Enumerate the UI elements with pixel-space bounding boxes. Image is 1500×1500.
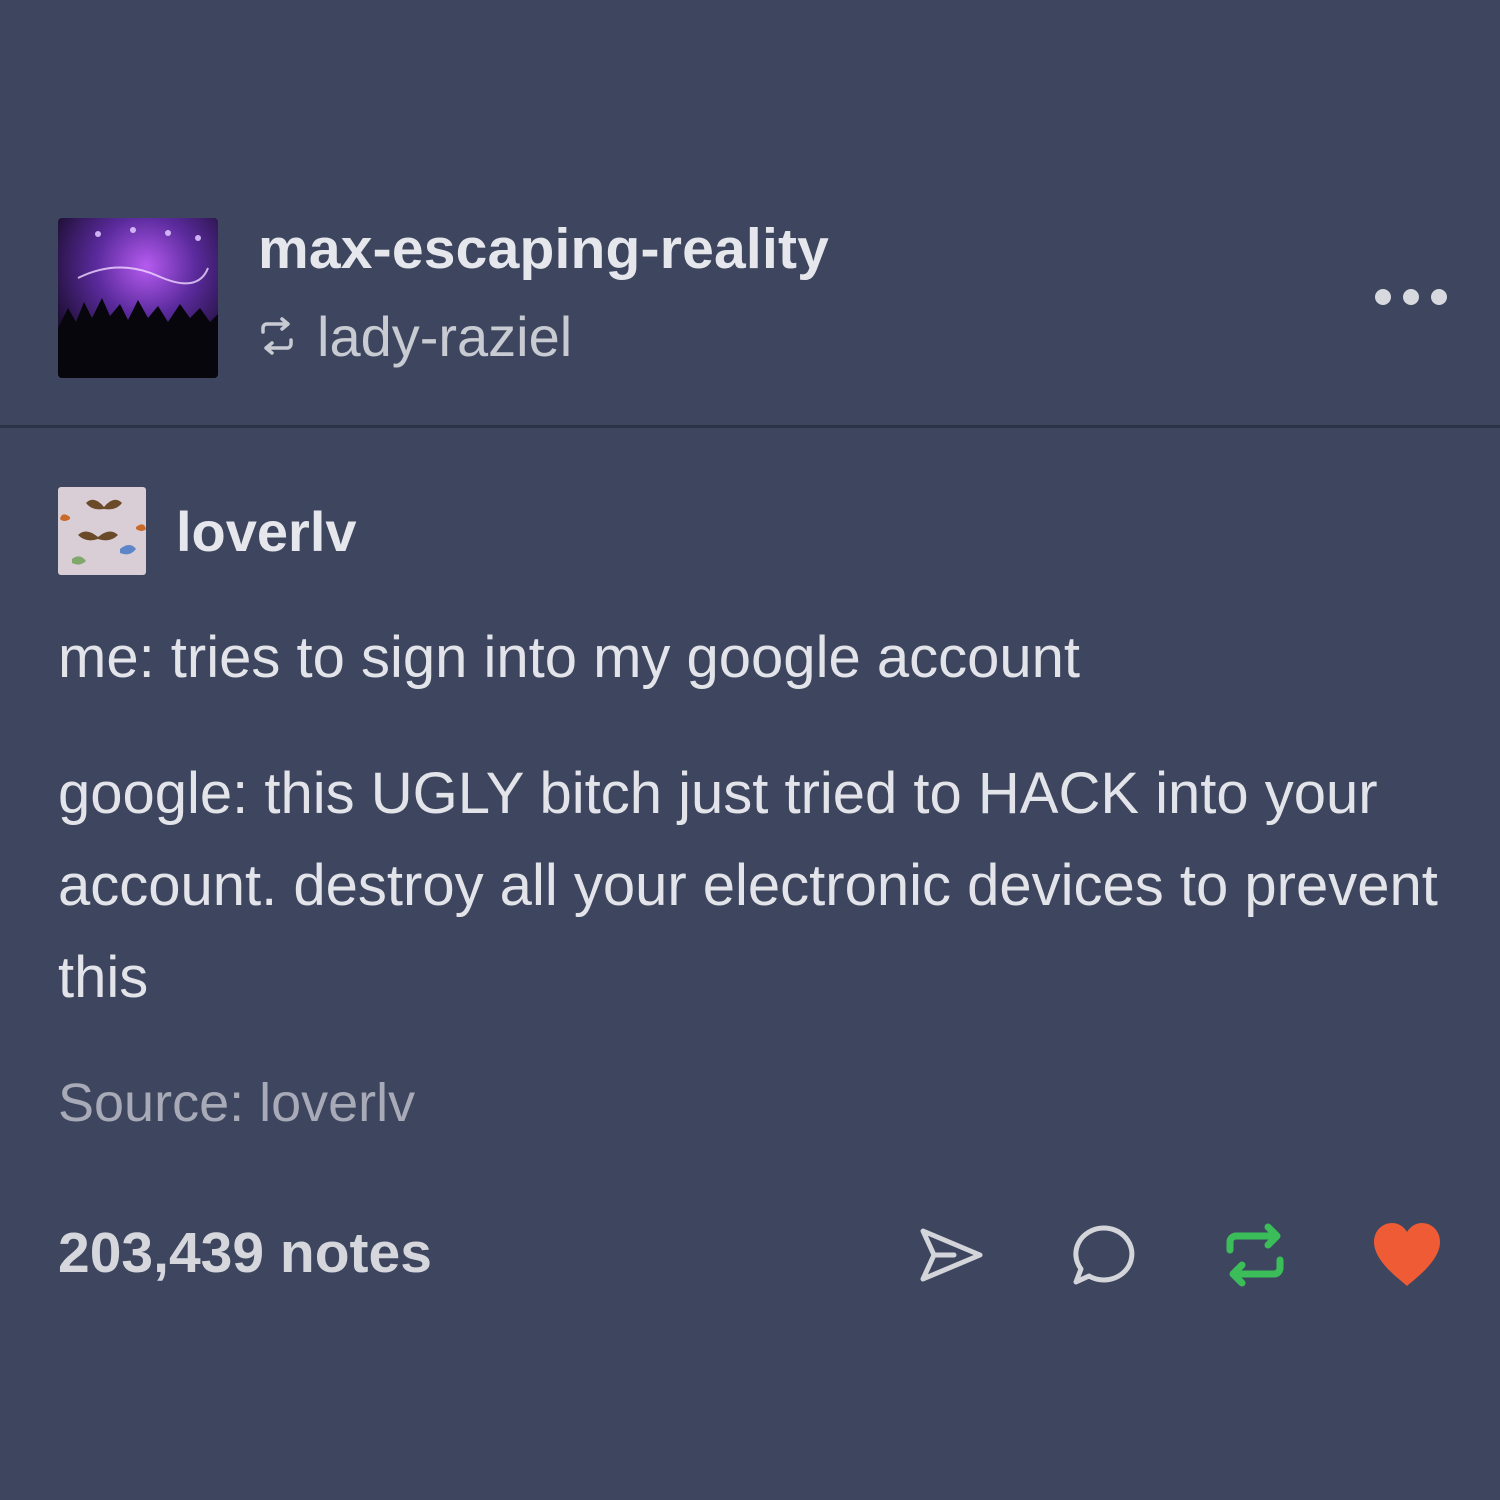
reblogged-from: lady-raziel [255,304,572,369]
more-dot [1431,289,1447,305]
post-header: max-escaping-reality lady-raziel [0,190,1500,426]
post-actions [0,1210,1500,1300]
reblog-arrows-icon [1226,1223,1284,1287]
butterfly-avatar-image [58,487,146,575]
reply-button[interactable] [1066,1218,1140,1292]
concert-avatar-image [58,218,218,378]
speech-bubble-icon [1073,1225,1135,1285]
post-body: me: tries to sign into my google account… [58,612,1458,1024]
reblogged-from-name[interactable]: lady-raziel [317,304,572,369]
header-divider [0,425,1500,428]
more-dot [1403,289,1419,305]
post-paragraph: me: tries to sign into my google account [58,625,1080,690]
source-avatar[interactable] [58,487,146,575]
source-username[interactable]: loverlv [176,499,357,564]
like-button[interactable] [1370,1218,1444,1292]
blog-name[interactable]: max-escaping-reality [258,216,829,282]
blog-avatar[interactable] [58,218,218,378]
more-options-icon[interactable] [1375,282,1447,312]
heart-icon [1374,1223,1440,1286]
reblog-icon [261,317,293,355]
reblog-button[interactable] [1218,1218,1292,1292]
source-user: loverlv [58,487,357,575]
post-paragraph: google: this UGLY bitch just tried to HA… [58,761,1438,1010]
share-button[interactable] [914,1218,988,1292]
source-credit[interactable]: Source: loverlv [58,1072,415,1134]
more-dot [1375,289,1391,305]
paper-plane-send-icon [920,1228,983,1282]
